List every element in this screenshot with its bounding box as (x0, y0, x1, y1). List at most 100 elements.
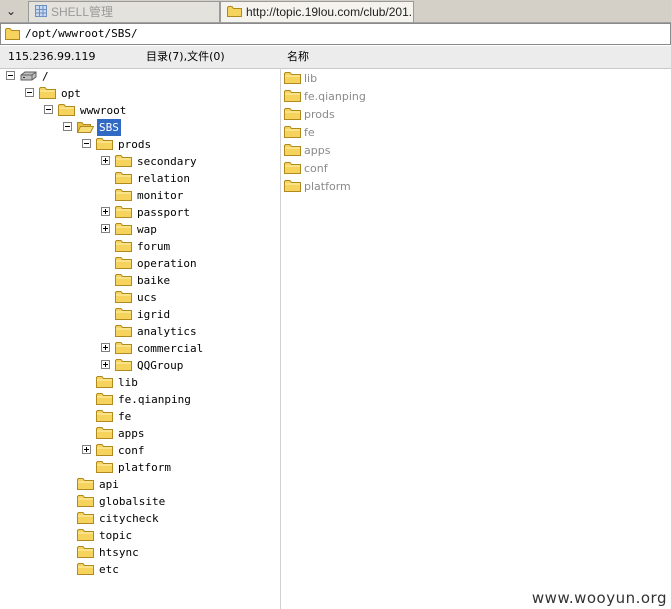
tree-node-label: wap (137, 223, 157, 236)
collapse-minus-icon[interactable] (25, 88, 34, 97)
tree-node[interactable]: monitor (0, 187, 280, 204)
tree-node[interactable]: relation (0, 170, 280, 187)
list-item-label: conf (304, 162, 328, 175)
tree-node-label: ucs (137, 291, 157, 304)
collapse-minus-icon[interactable] (63, 122, 72, 131)
tree-node-label: topic (99, 529, 133, 542)
tab-topic-url[interactable]: http://topic.19lou.com/club/201... (220, 1, 414, 22)
expand-plus-icon[interactable] (101, 360, 110, 369)
list-item[interactable]: lib (284, 70, 664, 88)
list-item[interactable]: conf (284, 160, 664, 178)
tree-node-label: secondary (137, 155, 197, 168)
tree-node[interactable]: baike (0, 272, 280, 289)
tree-node[interactable]: passport (0, 204, 280, 221)
tree-node-label: lib (118, 376, 138, 389)
tree-node[interactable]: QQGroup (0, 357, 280, 374)
tree-node[interactable]: secondary (0, 153, 280, 170)
expand-plus-icon[interactable] (101, 343, 110, 352)
tree-node[interactable]: opt (0, 85, 280, 102)
tree-node[interactable]: analytics (0, 323, 280, 340)
tree-node-label: / (42, 70, 49, 83)
name-column-header[interactable]: 名称 (287, 46, 309, 68)
tree-node[interactable]: / (0, 68, 280, 85)
expand-plus-icon[interactable] (82, 445, 91, 454)
tree-node-label: SBS (97, 119, 121, 136)
tree-node-label: opt (61, 87, 81, 100)
tab-list-chevron-icon[interactable]: ⌄ (0, 1, 22, 21)
tree-node[interactable]: lib (0, 374, 280, 391)
expand-plus-icon[interactable] (101, 224, 110, 233)
expand-plus-icon[interactable] (101, 207, 110, 216)
list-item-label: fe (304, 126, 315, 139)
tree-node-label: analytics (137, 325, 197, 338)
tree-node[interactable]: forum (0, 238, 280, 255)
tab-label: http://topic.19lou.com/club/201... (246, 5, 414, 19)
collapse-minus-icon[interactable] (44, 105, 53, 114)
path-bar[interactable]: /opt/wwwroot/SBS/ (0, 23, 671, 45)
tree-node[interactable]: htsync (0, 544, 280, 561)
pane-divider[interactable] (280, 68, 281, 609)
tree-node[interactable]: igrid (0, 306, 280, 323)
list-item-label: platform (304, 180, 351, 193)
list-item[interactable]: platform (284, 178, 664, 196)
tree-node[interactable]: topic (0, 527, 280, 544)
list-item[interactable]: prods (284, 106, 664, 124)
tree-node[interactable]: api (0, 476, 280, 493)
tree-node[interactable]: citycheck (0, 510, 280, 527)
tree-node[interactable]: etc (0, 561, 280, 578)
tab-label: SHELL管理 (51, 5, 114, 19)
tree-node[interactable]: apps (0, 425, 280, 442)
folder-icon (284, 179, 301, 198)
tree-node[interactable]: globalsite (0, 493, 280, 510)
tree-node-label: monitor (137, 189, 184, 202)
tree-node-label: htsync (99, 546, 139, 559)
collapse-minus-icon[interactable] (82, 139, 91, 148)
directory-tree: / opt wwwroot SBS prods secondary relation moni… (0, 68, 280, 609)
tree-node-label: commercial (137, 342, 204, 355)
tree-node-label: conf (118, 444, 145, 457)
server-ip: 115.236.99.119 (8, 50, 96, 63)
list-item-label: apps (304, 144, 331, 157)
tree-node[interactable]: ucs (0, 289, 280, 306)
tree-node[interactable]: commercial (0, 340, 280, 357)
expand-plus-icon[interactable] (101, 156, 110, 165)
tree-node[interactable]: operation (0, 255, 280, 272)
tree-node[interactable]: SBS (0, 119, 280, 136)
list-item-label: lib (304, 72, 318, 85)
list-item[interactable]: fe.qianping (284, 88, 664, 106)
list-item[interactable]: fe (284, 124, 664, 142)
tree-node[interactable]: platform (0, 459, 280, 476)
folder-icon (77, 562, 94, 580)
tree-node-label: relation (137, 172, 190, 185)
tree-node-label: QQGroup (137, 359, 184, 372)
tree-node-label: passport (137, 206, 190, 219)
tree-node-label: apps (118, 427, 145, 440)
tree-node-label: forum (137, 240, 171, 253)
watermark: www.wooyun.org (531, 589, 667, 607)
tree-node-label: baike (137, 274, 171, 287)
dir-file-count: 目录(7),文件(0) (146, 50, 225, 63)
collapse-minus-icon[interactable] (6, 71, 15, 80)
tree-node[interactable]: fe.qianping (0, 391, 280, 408)
tree-node-label: operation (137, 257, 197, 270)
tree-node-label: api (99, 478, 119, 491)
folder-icon (5, 27, 20, 47)
info-header: 115.236.99.119 目录(7),文件(0) 名称 (0, 46, 671, 69)
tree-node-label: igrid (137, 308, 171, 321)
tree-node[interactable]: conf (0, 442, 280, 459)
tree-node[interactable]: wap (0, 221, 280, 238)
tab-shell-manager[interactable]: SHELL管理 (28, 1, 220, 22)
list-item[interactable]: apps (284, 142, 664, 160)
tree-node-label: globalsite (99, 495, 166, 508)
current-path: /opt/wwwroot/SBS/ (25, 27, 138, 40)
tree-node[interactable]: wwwroot (0, 102, 280, 119)
tree-node-label: etc (99, 563, 119, 576)
list-item-label: fe.qianping (304, 90, 366, 103)
folder-icon (227, 3, 242, 22)
tree-node-label: prods (118, 138, 152, 151)
tree-node[interactable]: fe (0, 408, 280, 425)
tree-node-label: citycheck (99, 512, 159, 525)
tree-node-label: fe.qianping (118, 393, 191, 406)
tab-bar: ⌄ SHELL管理 http://topic.19lou.com/club/20… (0, 0, 671, 23)
tree-node[interactable]: prods (0, 136, 280, 153)
